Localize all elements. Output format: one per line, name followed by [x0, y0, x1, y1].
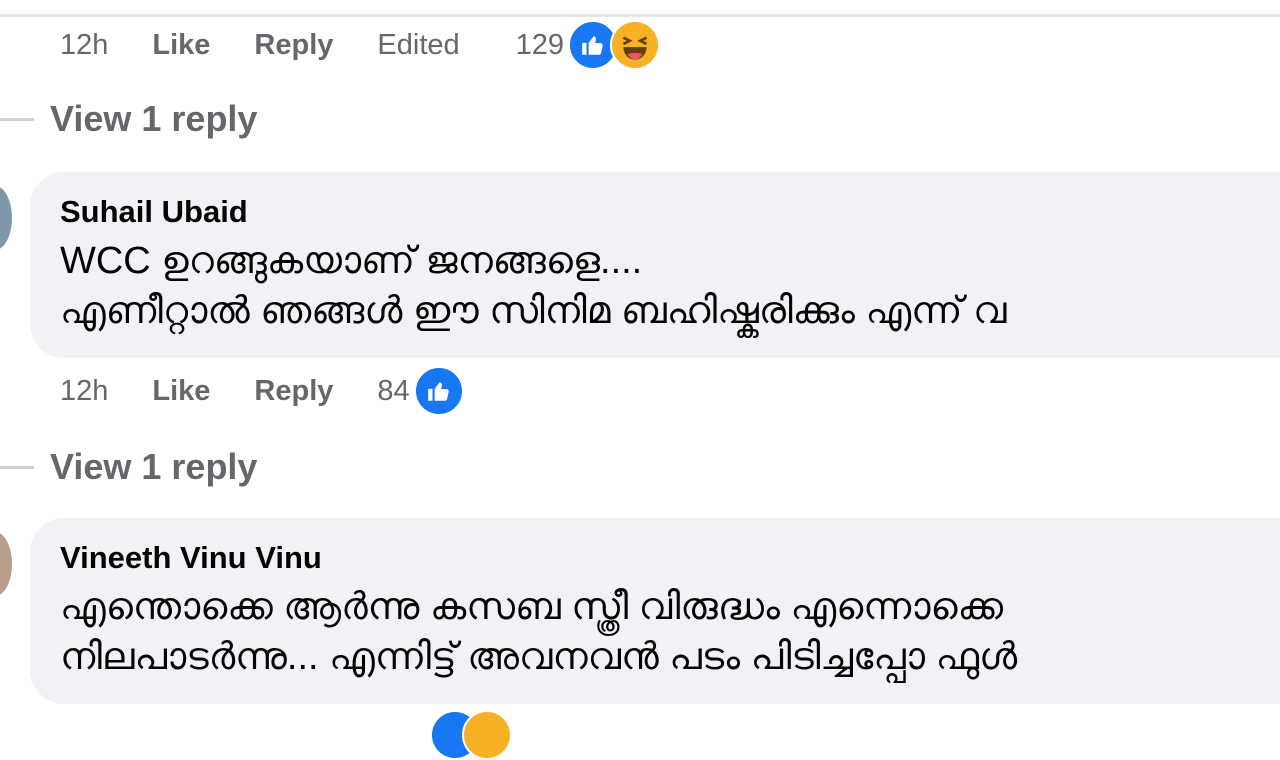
thread-line: [0, 465, 34, 469]
edited-label[interactable]: Edited: [377, 29, 459, 62]
view-replies-link[interactable]: View 1 reply: [0, 94, 257, 144]
like-button[interactable]: Like: [152, 29, 210, 62]
comment-text-line-1: WCC ഉറങ്ങുകയാണ് ജനങ്ങളെ....: [60, 240, 643, 282]
like-button[interactable]: Like: [152, 375, 210, 408]
comment-text-line-2: നിലപാടർന്നു... എന്നിട്ട് അവനവൻ പടം പിടിച…: [60, 636, 1018, 678]
like-icon[interactable]: [413, 366, 464, 416]
comment-actions-row: 12h Like Reply Edited 129: [60, 20, 661, 70]
view-replies-link[interactable]: View 1 reply: [0, 442, 257, 492]
view-replies-label: View 1 reply: [50, 446, 258, 487]
comment-bubble: Vineeth Vinu Vinu എന്തൊക്കെ ആർന്നു കസബ സ…: [30, 518, 1280, 704]
comment-timestamp[interactable]: 12h: [60, 29, 108, 62]
reaction-count[interactable]: 84: [377, 375, 409, 408]
comment-author[interactable]: Vineeth Vinu Vinu: [60, 540, 322, 576]
haha-icon[interactable]: [462, 710, 512, 760]
comment-timestamp[interactable]: 12h: [60, 375, 108, 408]
comment-text-line-2: എണീറ്റാൽ ഞങ്ങൾ ഈ സിനിമ ബഹിഷ്കരിക്കും എന്…: [60, 290, 1007, 332]
reply-button[interactable]: Reply: [254, 29, 333, 62]
avatar[interactable]: [0, 186, 12, 250]
comment-bubble: Suhail Ubaid WCC ഉറങ്ങുകയാണ് ജനങ്ങളെ....…: [30, 172, 1280, 358]
reply-button[interactable]: Reply: [254, 375, 333, 408]
comment-actions-row: 12h Like Reply 84: [60, 366, 464, 416]
comment-author[interactable]: Suhail Ubaid: [60, 194, 248, 230]
view-replies-label: View 1 reply: [50, 98, 258, 139]
thread-line: [0, 117, 34, 121]
haha-icon[interactable]: [610, 20, 661, 70]
comment-text-line-1: എന്തൊക്കെ ആർന്നു കസബ സ്ത്രീ വിരുദ്ധം എന്…: [60, 586, 1003, 628]
avatar[interactable]: [0, 532, 12, 596]
reaction-count[interactable]: 129: [516, 29, 564, 62]
top-divider: [0, 14, 1280, 17]
